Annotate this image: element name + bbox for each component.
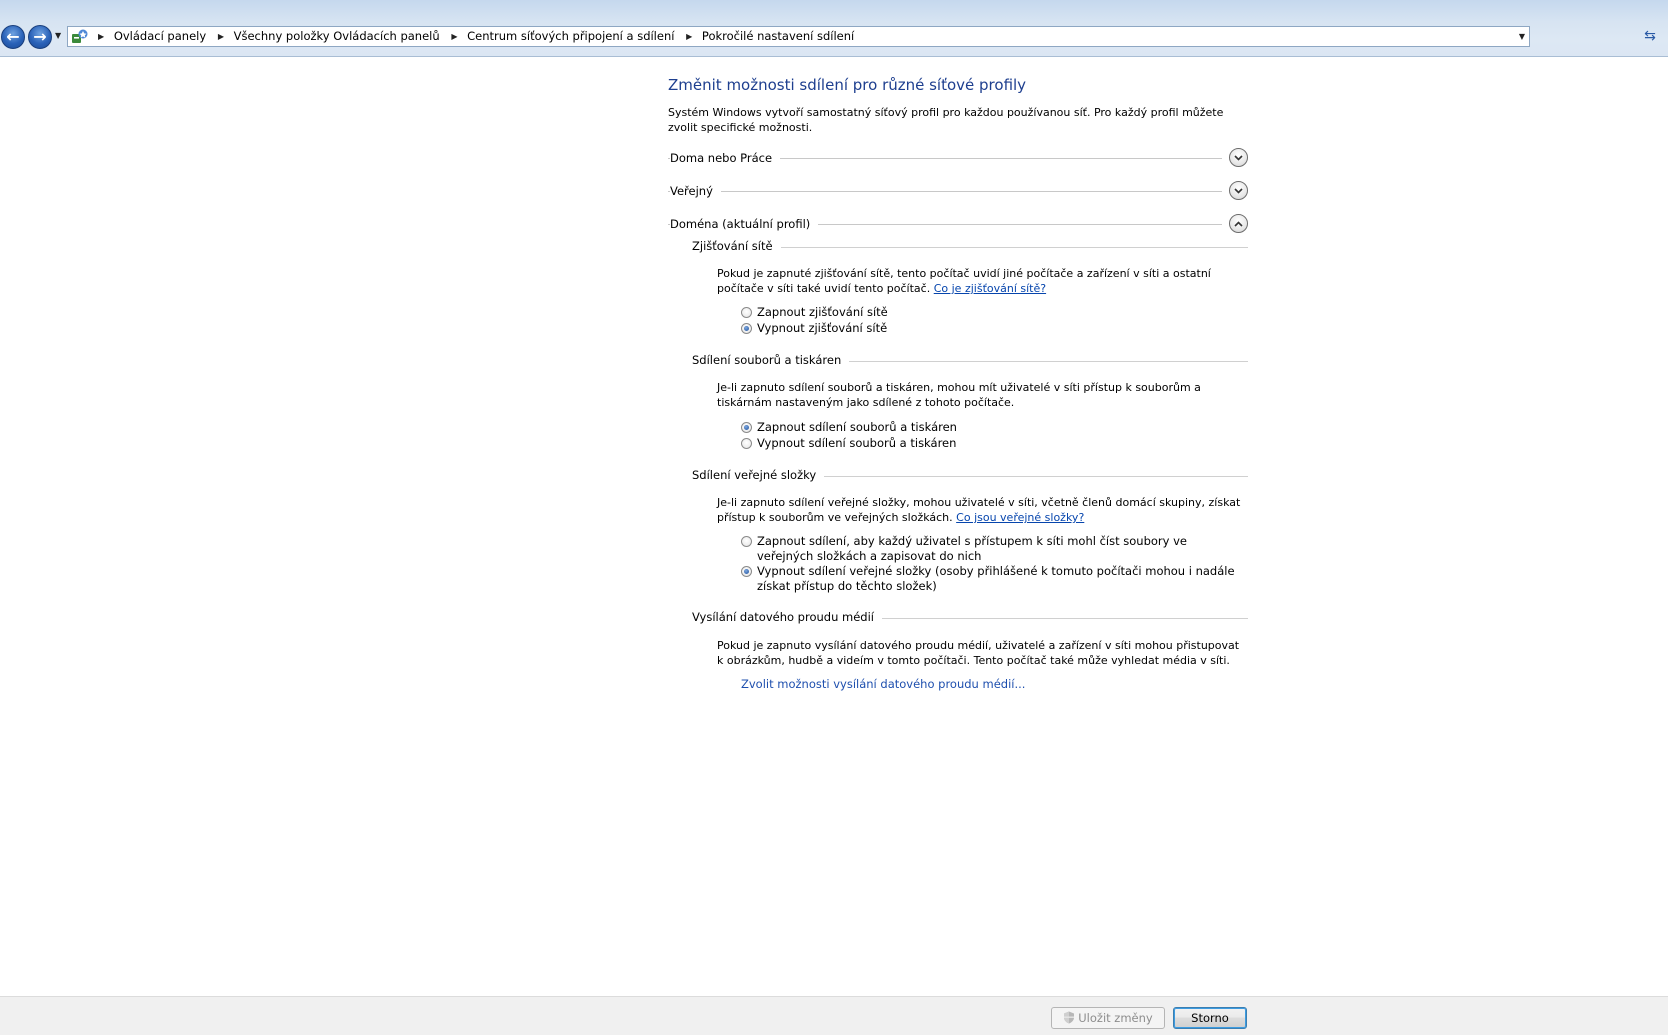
address-history-dropdown[interactable]: ▼ <box>1519 27 1525 46</box>
radio-button[interactable] <box>741 566 752 577</box>
refresh-icon: ⇆ <box>1644 28 1656 44</box>
chevron-up-icon <box>1234 220 1243 227</box>
back-button[interactable]: ← <box>1 25 25 49</box>
radio-button[interactable] <box>741 438 752 449</box>
expand-button[interactable] <box>1229 181 1248 200</box>
breadcrumb-separator-icon[interactable]: ▶ <box>451 27 457 46</box>
control-panel-icon <box>72 29 88 43</box>
media-streaming-options-link[interactable]: Zvolit možnosti vysílání datového proudu… <box>741 677 1025 691</box>
collapse-button[interactable] <box>1229 214 1248 233</box>
profile-header-home-work[interactable]: Doma nebo Práce <box>668 148 1248 170</box>
section-heading: Sdílení veřejné složky <box>692 468 825 482</box>
profile-label-domain: Doména (aktuální profil) <box>670 217 819 231</box>
profile-header-domain[interactable]: Doména (aktuální profil) <box>668 214 1248 236</box>
arrow-left-icon: ← <box>6 27 20 46</box>
radio-button[interactable] <box>741 323 752 334</box>
cancel-button[interactable]: Storno <box>1173 1007 1247 1029</box>
chevron-down-icon: ▼ <box>1518 32 1525 41</box>
uac-shield-icon <box>1064 1011 1075 1024</box>
breadcrumb-item-advanced-sharing[interactable]: Pokročilé nastavení sdílení <box>702 29 854 43</box>
breadcrumb-separator-icon[interactable]: ▶ <box>98 27 104 46</box>
section-media-streaming: Vysílání datového proudu médií <box>692 610 1248 626</box>
profile-label-home-work: Doma nebo Práce <box>670 151 781 165</box>
section-heading: Zjišťování sítě <box>692 239 781 253</box>
radio-label[interactable]: Zapnout sdílení, aby každý uživatel s př… <box>757 534 1237 564</box>
breadcrumb-item-network-sharing-center[interactable]: Centrum síťových připojení a sdílení <box>467 29 674 43</box>
radio-button[interactable] <box>741 422 752 433</box>
profile-label-public: Veřejný <box>670 184 721 198</box>
section-heading: Vysílání datového proudu médií <box>692 610 882 624</box>
chevron-down-icon: ▼ <box>55 31 62 40</box>
section-description: Je-li zapnuto sdílení souborů a tiskáren… <box>717 381 1201 409</box>
page-description: Systém Windows vytvoří samostatný síťový… <box>668 106 1224 134</box>
breadcrumb: ▶ Ovládací panely ▶ Všechny položky Ovlá… <box>90 27 854 46</box>
breadcrumb-item-all-control-panel-items[interactable]: Všechny položky Ovládacích panelů <box>234 29 440 43</box>
breadcrumb-item-control-panel[interactable]: Ovládací panely <box>114 29 206 43</box>
radio-label[interactable]: Zapnout sdílení souborů a tiskáren <box>757 420 1237 435</box>
section-description: Je-li zapnuto sdílení veřejné složky, mo… <box>717 495 1247 525</box>
divider <box>668 191 1222 192</box>
media-streaming-options-link-row: Zvolit možnosti vysílání datového proudu… <box>741 677 1271 692</box>
radio-label[interactable]: Vypnout sdílení veřejné složky (osoby př… <box>757 564 1237 594</box>
section-file-printer-sharing: Sdílení souborů a tiskáren <box>692 353 1248 369</box>
save-changes-button[interactable]: Uložit změny <box>1051 1007 1165 1029</box>
radio-button[interactable] <box>741 536 752 547</box>
address-toolbar: ← → ▼ ▶ Ovládací panely ▶ Všechny položk… <box>0 0 1668 57</box>
section-heading: Sdílení souborů a tiskáren <box>692 353 850 367</box>
radio-label[interactable]: Vypnout sdílení souborů a tiskáren <box>757 436 1237 451</box>
radio-label[interactable]: Vypnout zjišťování sítě <box>757 321 1237 336</box>
section-network-discovery: Zjišťování sítě <box>692 239 1248 255</box>
command-bar: Uložit změny Storno <box>0 996 1668 1035</box>
page-title: Změnit možnosti sdílení pro různé síťové… <box>668 76 1027 94</box>
radio-button[interactable] <box>741 307 752 318</box>
refresh-button[interactable]: ⇆ <box>1636 26 1664 47</box>
radio-label[interactable]: Zapnout zjišťování sítě <box>757 305 1237 320</box>
breadcrumb-separator-icon[interactable]: ▶ <box>686 27 692 46</box>
address-bar[interactable]: ▶ Ovládací panely ▶ Všechny položky Ovlá… <box>67 26 1530 47</box>
section-description: Pokud je zapnuté zjišťování sítě, tento … <box>717 266 1247 296</box>
arrow-right-icon: → <box>33 27 47 46</box>
network-discovery-help-link[interactable]: Co je zjišťování sítě? <box>934 282 1046 295</box>
section-description: Pokud je zapnuto vysílání datového proud… <box>717 639 1240 667</box>
section-public-folder-sharing: Sdílení veřejné složky <box>692 468 1248 484</box>
cancel-button-label: Storno <box>1191 1011 1229 1025</box>
breadcrumb-separator-icon[interactable]: ▶ <box>218 27 224 46</box>
chevron-down-icon <box>1234 154 1243 161</box>
chevron-down-icon <box>1234 187 1243 194</box>
profile-header-public[interactable]: Veřejný <box>668 181 1248 203</box>
public-folders-help-link[interactable]: Co jsou veřejné složky? <box>956 511 1084 524</box>
save-button-label: Uložit změny <box>1078 1011 1153 1025</box>
expand-button[interactable] <box>1229 148 1248 167</box>
recent-pages-button[interactable]: ▼ <box>55 31 61 40</box>
forward-button[interactable]: → <box>28 25 52 49</box>
